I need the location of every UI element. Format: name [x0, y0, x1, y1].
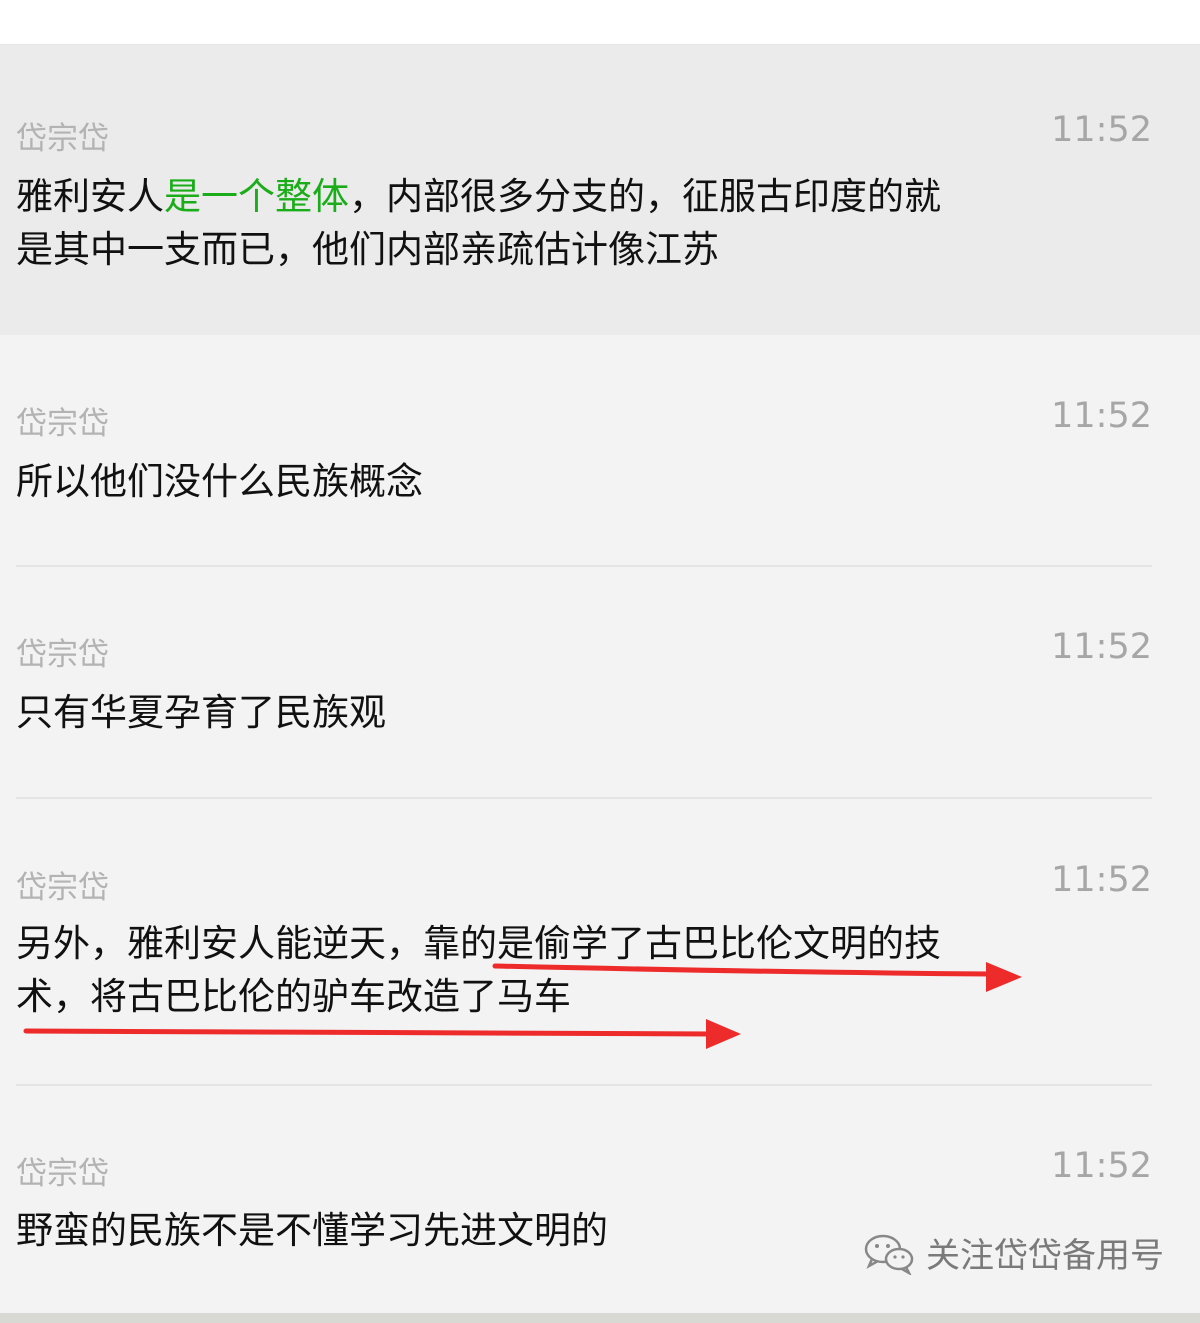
message-sender: 岱宗岱 [16, 406, 109, 442]
chat-message-1[interactable]: 岱宗岱 11:52 雅利安人是一个整体，内部很多分支的，征服古印度的就是其中一支… [0, 45, 1200, 335]
chat-message-5[interactable]: 岱宗岱 11:52 野蛮的民族不是不懂学习先进文明的 [0, 1086, 1200, 1318]
message-text: 只有华夏孕育了民族观 [16, 691, 386, 734]
message-text: 所以他们没什么民族概念 [16, 460, 423, 503]
chat-message-4[interactable]: 岱宗岱 11:52 另外，雅利安人能逆天，靠的是偷学了古巴比伦文明的技术，将古巴… [0, 799, 1200, 1086]
message-text: 雅利安人是一个整体，内部很多分支的，征服古印度的就是其中一支而已，他们内部亲疏估… [16, 170, 956, 276]
message-text: 另外，雅利安人能逆天，靠的是偷学了古巴比伦文明的技术，将古巴比伦的驴车改造了马车 [16, 922, 941, 1018]
message-time: 11:52 [1051, 110, 1152, 150]
message-time: 11:52 [1051, 1146, 1152, 1186]
window-top-bar [0, 0, 1200, 45]
message-text-part: 雅利安人 [16, 175, 164, 218]
message-sender: 岱宗岱 [16, 637, 109, 673]
message-sender: 岱宗岱 [16, 870, 109, 906]
wechat-icon [864, 1234, 914, 1275]
message-text-highlight: 是一个整体 [164, 175, 349, 218]
watermark-text: 关注岱岱备用号 [926, 1236, 1164, 1276]
message-sender: 岱宗岱 [16, 121, 109, 157]
message-text: 野蛮的民族不是不懂学习先进文明的 [16, 1209, 608, 1252]
watermark: 关注岱岱备用号 [862, 1228, 1164, 1277]
chat-message-list[interactable]: 岱宗岱 11:52 雅利安人是一个整体，内部很多分支的，征服古印度的就是其中一支… [0, 45, 1200, 1318]
chat-message-2[interactable]: 岱宗岱 11:52 所以他们没什么民族概念 [0, 335, 1200, 567]
message-time: 11:52 [1051, 396, 1152, 436]
message-time: 11:52 [1051, 627, 1152, 667]
chat-message-3[interactable]: 岱宗岱 11:52 只有华夏孕育了民族观 [0, 567, 1200, 799]
message-sender: 岱宗岱 [16, 1156, 109, 1192]
message-time: 11:52 [1051, 860, 1152, 900]
bottom-image-strip [0, 1313, 1200, 1323]
